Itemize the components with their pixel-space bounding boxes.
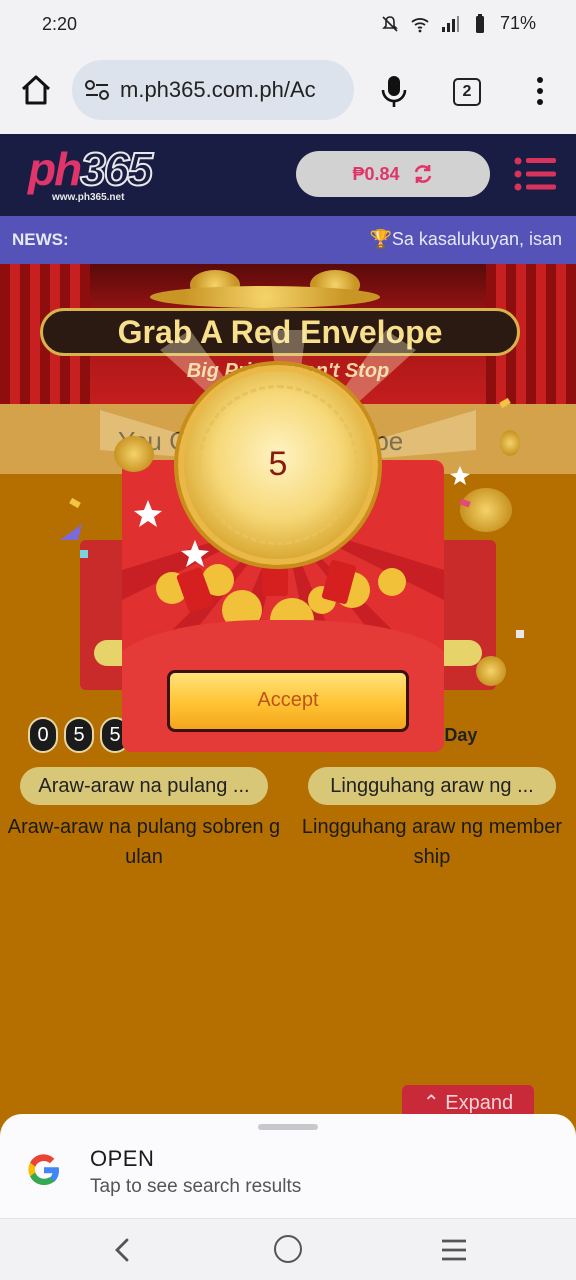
address-bar[interactable]: m.ph365.com.ph/Ac (72, 60, 354, 120)
balance-pill[interactable]: ₱0.84 (296, 151, 490, 197)
browser-toolbar: m.ph365.com.ph/Ac 2 (0, 48, 576, 134)
home-nav-icon[interactable] (274, 1235, 302, 1263)
site-settings-icon[interactable] (84, 78, 110, 102)
url-text[interactable]: m.ph365.com.ph/Ac (120, 77, 346, 103)
sheet-subtitle[interactable]: Tap to see search results (90, 1176, 301, 1198)
news-ticker: NEWS: 🏆Sa kasalukuyan, isan (0, 216, 576, 264)
signal-icon (441, 15, 459, 32)
battery-icon (475, 13, 484, 33)
weekly-membership-pill[interactable]: Lingguhang araw ng ... (308, 767, 556, 805)
tab-switcher-button[interactable]: 2 (453, 78, 481, 106)
weekly-membership-desc: Lingguhang araw ng member ship (301, 816, 563, 868)
recents-icon[interactable] (440, 1237, 468, 1263)
system-nav-bar (0, 1218, 576, 1280)
microphone-icon[interactable] (380, 74, 408, 108)
mute-icon (382, 15, 398, 32)
status-bar: 2:20 71% (0, 0, 576, 48)
confetti (60, 397, 524, 638)
home-icon[interactable] (18, 72, 54, 108)
logo-ph: ph (28, 143, 82, 195)
wifi-icon (411, 17, 429, 32)
daily-envelope-desc: Araw-araw na pulang sobren g ulan (7, 816, 281, 868)
chevron-up-icon: ⌃ (422, 1092, 440, 1114)
news-label: NEWS: (12, 230, 69, 249)
battery-percent: 71% (499, 13, 536, 33)
more-options-icon[interactable] (528, 74, 552, 108)
sheet-drag-handle[interactable] (258, 1124, 318, 1130)
status-icons: 71% (380, 13, 536, 34)
timer-digit: 5 (64, 717, 94, 753)
google-icon (28, 1154, 59, 1186)
menu-icon[interactable] (514, 156, 556, 192)
back-icon[interactable] (108, 1235, 138, 1265)
status-time: 2:20 (42, 14, 78, 34)
site-header: ph365 www.ph365.net ₱0.84 (0, 134, 576, 216)
countdown-timer: 0 5 5 (28, 717, 130, 753)
sheet-title[interactable]: OPEN (90, 1146, 154, 1172)
logo-url: www.ph365.net (52, 192, 125, 203)
google-bottom-sheet[interactable]: OPEN Tap to see search results (0, 1114, 576, 1218)
coin-stack (150, 286, 380, 308)
logo-num: 365 (79, 143, 154, 195)
site-logo[interactable]: ph365 www.ph365.net (28, 143, 168, 204)
timer-digit: 0 (28, 717, 58, 753)
expand-label: Expand (445, 1092, 514, 1114)
balance-amount: ₱0.84 (352, 163, 400, 184)
day-unit: Day (444, 725, 478, 745)
refresh-icon[interactable] (412, 163, 434, 185)
news-text: 🏆Sa kasalukuyan, isan (369, 229, 562, 249)
daily-envelope-pill[interactable]: Araw-araw na pulang ... (20, 767, 268, 805)
